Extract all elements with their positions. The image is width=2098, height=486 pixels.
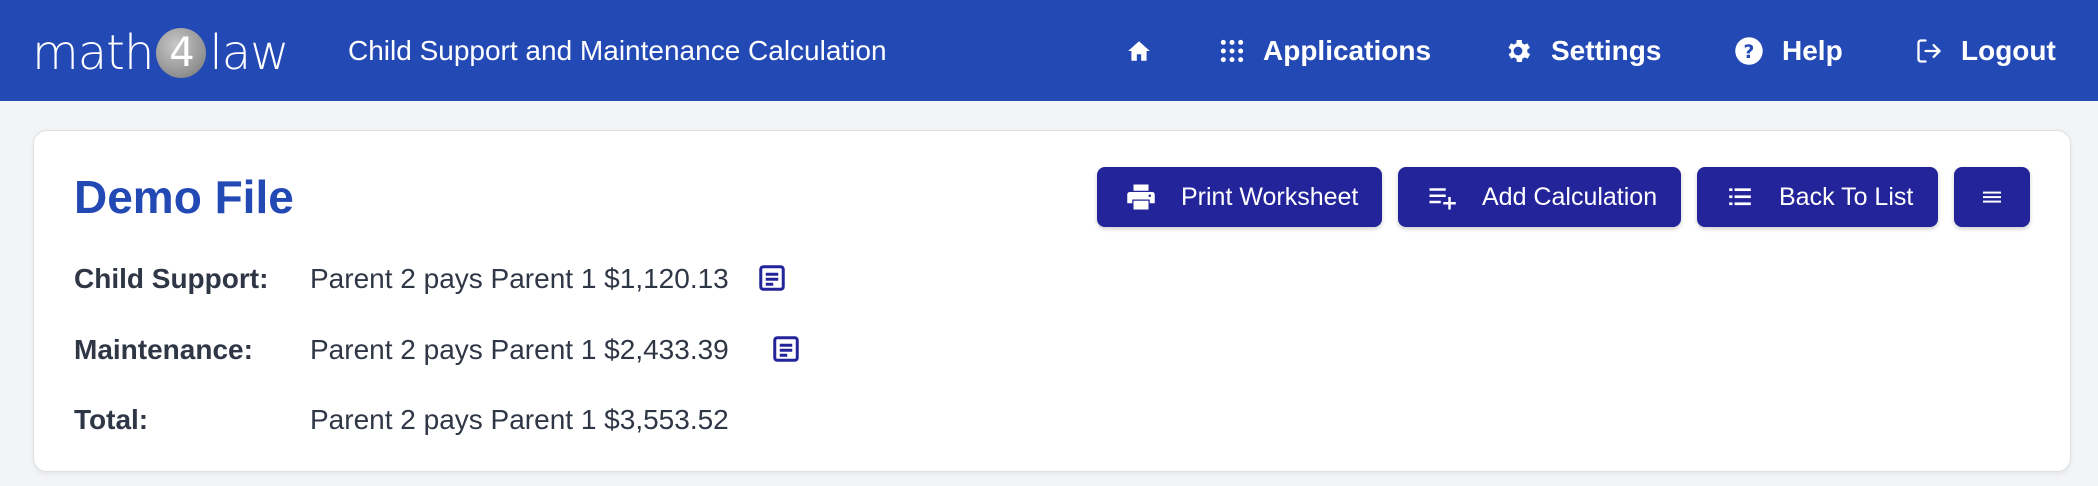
hamburger-menu-icon <box>1981 188 2003 206</box>
top-navbar: math 4 law Child Support and Maintenance C… <box>0 0 2098 101</box>
maintenance-worksheet-icon[interactable] <box>771 333 801 370</box>
back-to-list-label: Back To List <box>1779 182 1914 211</box>
nav-applications[interactable]: Applications <box>1219 0 1431 101</box>
printer-icon <box>1125 182 1157 212</box>
nav-help-label: Help <box>1782 34 1843 66</box>
svg-text:?: ? <box>1744 41 1755 62</box>
print-worksheet-label: Print Worksheet <box>1181 182 1359 211</box>
nav-settings[interactable]: Settings <box>1503 0 1661 101</box>
home-icon <box>1126 38 1152 64</box>
more-menu-button[interactable] <box>1954 167 2030 227</box>
apps-grid-icon <box>1219 38 1245 64</box>
child-support-label: Child Support: <box>74 263 269 294</box>
nav-settings-label: Settings <box>1551 34 1662 66</box>
total-label: Total: <box>74 404 149 435</box>
nav-help[interactable]: ? Help <box>1734 0 1843 101</box>
logo-text-left: math <box>32 25 154 81</box>
nav-logout-label: Logout <box>1961 34 2056 66</box>
nav-applications-label: Applications <box>1263 34 1432 66</box>
help-circle-icon: ? <box>1734 36 1764 66</box>
add-calculation-button[interactable]: Add Calculation <box>1398 167 1681 227</box>
maintenance-value: Parent 2 pays Parent 1 $2,433.39 <box>310 334 729 365</box>
app-title: Child Support and Maintenance Calculatio… <box>348 35 887 66</box>
maintenance-label: Maintenance: <box>74 334 253 365</box>
playlist-add-icon <box>1426 182 1458 212</box>
logo-text-right: law <box>209 25 289 81</box>
nav-home[interactable] <box>1126 0 1152 101</box>
logo-digit-badge: 4 <box>156 28 207 78</box>
nav-logout[interactable]: Logout <box>1915 0 2056 101</box>
child-support-value: Parent 2 pays Parent 1 $1,120.13 <box>310 263 729 294</box>
back-to-list-button[interactable]: Back To List <box>1697 167 1938 227</box>
child-support-worksheet-icon[interactable] <box>757 262 787 299</box>
add-calculation-label: Add Calculation <box>1482 182 1658 211</box>
file-title: Demo File <box>74 171 294 223</box>
math4law-logo[interactable]: math 4 law <box>32 25 289 81</box>
total-value: Parent 2 pays Parent 1 $3,553.52 <box>310 404 729 435</box>
logout-icon <box>1915 37 1943 65</box>
print-worksheet-button[interactable]: Print Worksheet <box>1097 167 1382 227</box>
list-icon <box>1725 184 1755 210</box>
gear-icon <box>1503 36 1533 66</box>
